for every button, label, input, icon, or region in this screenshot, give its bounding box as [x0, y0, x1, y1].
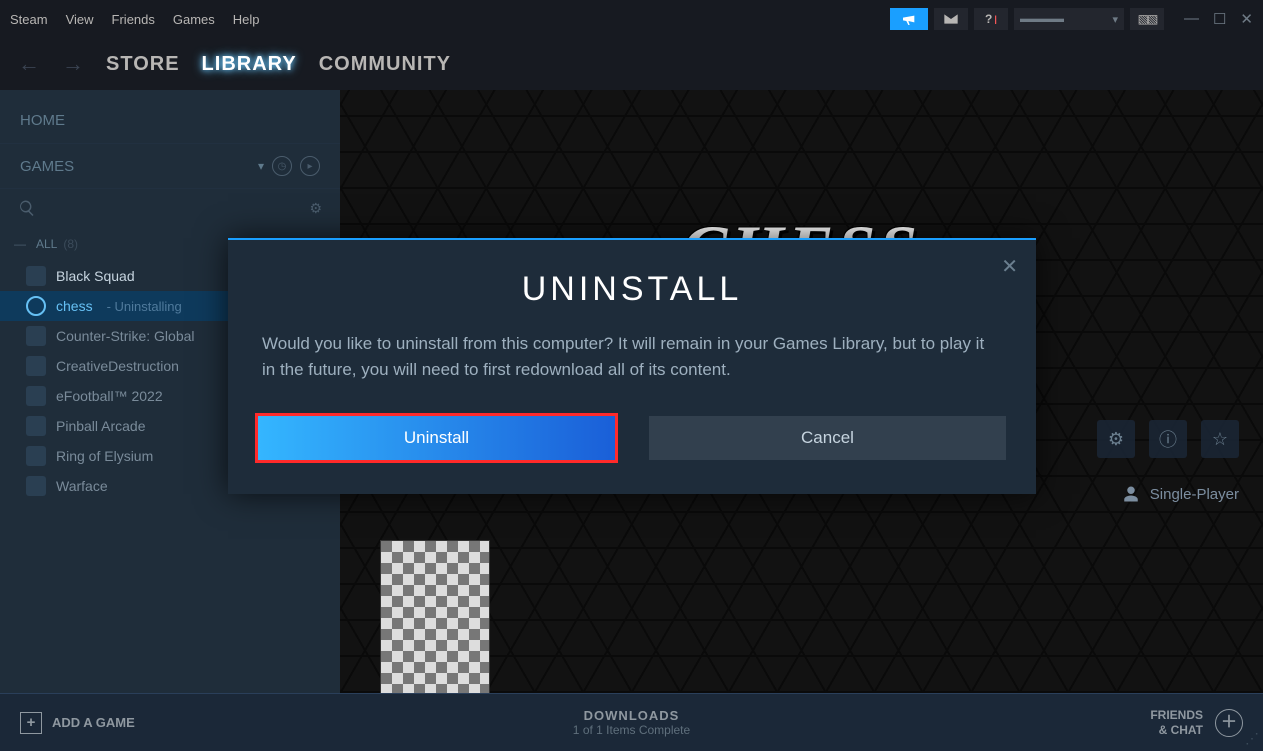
maximize-button[interactable]: ☐	[1213, 10, 1226, 28]
sidebar-games-header[interactable]: GAMES ▾ ◷ ▸	[0, 144, 340, 189]
close-button[interactable]: ✕	[1240, 10, 1253, 28]
nav-store[interactable]: STORE	[106, 53, 180, 76]
downloads-status[interactable]: DOWNLOADS 1 of 1 Items Complete	[573, 708, 690, 737]
game-tag-row: Single-Player	[1122, 485, 1239, 503]
dialog-body: Would you like to uninstall from this co…	[258, 331, 1006, 384]
nav-community[interactable]: COMMUNITY	[319, 53, 451, 76]
primary-nav: ← → STORE LIBRARY COMMUNITY	[0, 38, 1263, 90]
dialog-close-button[interactable]: ✕	[1001, 254, 1018, 279]
sidebar-home[interactable]: HOME	[0, 98, 340, 144]
info-button[interactable]: ⓘ	[1149, 420, 1187, 458]
menu-help[interactable]: Help	[233, 12, 260, 27]
search-icon	[18, 199, 36, 217]
bottom-bar: + ADD A GAME DOWNLOADS 1 of 1 Items Comp…	[0, 693, 1263, 751]
help-button[interactable]: ?|	[974, 8, 1008, 30]
star-icon: ☆	[1212, 429, 1228, 450]
game-status: - Uninstalling	[107, 299, 182, 314]
person-icon	[1122, 485, 1140, 503]
downloads-subtitle: 1 of 1 Items Complete	[573, 723, 690, 737]
menu-steam[interactable]: Steam	[10, 12, 48, 27]
friends-chat-button[interactable]: FRIENDS & CHAT ＋	[1150, 708, 1243, 737]
nav-library[interactable]: LIBRARY	[202, 53, 297, 76]
game-icon	[26, 296, 46, 316]
uninstall-button[interactable]: Uninstall	[258, 416, 615, 460]
add-game-button[interactable]: + ADD A GAME	[20, 712, 135, 734]
nav-back[interactable]: ←	[18, 51, 40, 77]
game-label: Ring of Elysium	[56, 448, 153, 464]
sidebar-games-label: GAMES	[20, 158, 74, 175]
game-icon	[26, 416, 46, 436]
account-name: ▬▬▬▬	[1020, 13, 1064, 25]
info-icon: ⓘ	[1159, 426, 1177, 452]
category-label: ALL	[36, 237, 57, 251]
game-tag-label: Single-Player	[1150, 486, 1239, 503]
add-game-label: ADD A GAME	[52, 715, 135, 730]
chevron-down-icon: ▾	[1112, 13, 1118, 26]
settings-button[interactable]: ⚙	[1097, 420, 1135, 458]
downloads-title: DOWNLOADS	[573, 708, 690, 723]
dialog-buttons: Uninstall Cancel	[258, 416, 1006, 460]
recent-icon[interactable]: ◷	[272, 156, 292, 176]
window-controls: — ☐ ✕	[1184, 10, 1253, 28]
mail-icon	[943, 11, 959, 27]
game-action-icons: ⚙ ⓘ ☆	[1097, 420, 1239, 458]
game-label: CreativeDestruction	[56, 358, 179, 374]
chevron-down-icon: ▾	[258, 159, 264, 173]
game-thumbnail[interactable]	[380, 540, 490, 695]
game-label: Black Squad	[56, 268, 135, 284]
vr-icon: ▧▧	[1138, 12, 1157, 26]
game-icon	[26, 386, 46, 406]
friends-label: FRIENDS & CHAT	[1150, 708, 1203, 737]
megaphone-icon	[901, 11, 917, 27]
game-label: Counter-Strike: Global	[56, 328, 195, 344]
game-label: eFootball™ 2022	[56, 388, 163, 404]
sidebar-search[interactable]: ⚙	[0, 189, 340, 227]
plus-icon: +	[20, 712, 42, 734]
menu-games[interactable]: Games	[173, 12, 215, 27]
inbox-button[interactable]	[934, 8, 968, 30]
favorite-button[interactable]: ☆	[1201, 420, 1239, 458]
game-icon	[26, 326, 46, 346]
nav-forward[interactable]: →	[62, 51, 84, 77]
uninstall-dialog: ✕ UNINSTALL Would you like to uninstall …	[228, 238, 1036, 494]
game-label: Pinball Arcade	[56, 418, 146, 434]
announcements-button[interactable]	[890, 8, 928, 30]
game-icon	[26, 446, 46, 466]
game-icon	[26, 266, 46, 286]
chat-icon: ＋	[1215, 709, 1243, 737]
titlebar: Steam View Friends Games Help ?| ▬▬▬▬ ▾ …	[0, 0, 1263, 38]
category-count: (8)	[63, 237, 78, 251]
resize-grip[interactable]: ⋰	[1245, 730, 1259, 747]
gear-icon: ⚙	[1108, 429, 1124, 450]
minimize-button[interactable]: —	[1184, 10, 1199, 28]
cancel-button[interactable]: Cancel	[649, 416, 1006, 460]
play-next-icon[interactable]: ▸	[300, 156, 320, 176]
game-label: Warface	[56, 478, 108, 494]
vr-button[interactable]: ▧▧	[1130, 8, 1164, 30]
filter-icon[interactable]: ⚙	[309, 200, 322, 217]
menu-view[interactable]: View	[66, 12, 94, 27]
titlebar-right: ?| ▬▬▬▬ ▾ ▧▧ — ☐ ✕	[890, 8, 1253, 30]
game-icon	[26, 476, 46, 496]
game-label: chess	[56, 298, 93, 314]
dialog-title: UNINSTALL	[258, 270, 1006, 309]
game-icon	[26, 356, 46, 376]
menu-friends[interactable]: Friends	[112, 12, 155, 27]
close-icon: ✕	[1001, 256, 1018, 278]
account-dropdown[interactable]: ▬▬▬▬ ▾	[1014, 8, 1124, 30]
